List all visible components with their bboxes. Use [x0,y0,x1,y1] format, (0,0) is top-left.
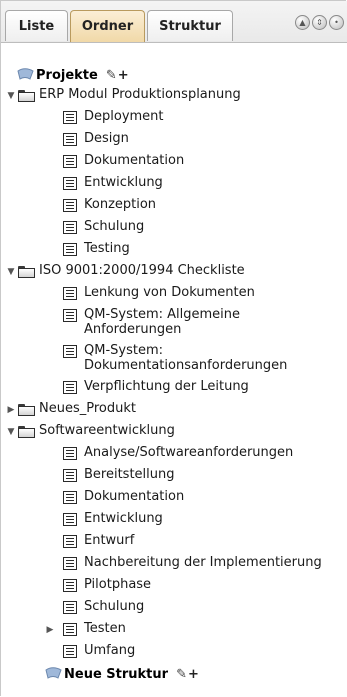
item-label: Umfang [84,643,136,658]
tab-liste[interactable]: Liste [5,10,68,41]
document-icon [63,155,77,168]
item-label: Lenkung von Dokumenten [84,285,255,300]
folder-icon [18,426,35,438]
item-label: Schulung [84,599,145,614]
expand-toggle-icon[interactable]: ▼ [6,267,16,277]
item-label: Entwurf [84,533,135,548]
document-icon [63,645,77,658]
item-label: Entwicklung [84,175,163,190]
folder-label: ERP Modul Produktionsplanung [39,87,241,102]
document-icon [63,491,77,504]
add-plus-icon[interactable]: + [188,667,199,682]
document-icon [63,177,77,190]
document-icon [63,309,77,322]
collapse-all-icon[interactable]: ⇕ [312,15,327,30]
add-plus-icon[interactable]: + [118,68,129,83]
item-label: Dokumentation [84,153,185,168]
item-label: Konzeption [84,197,157,212]
folder-icon [18,404,35,416]
expand-all-icon[interactable]: ▲ [295,15,310,30]
root-node-icon [45,667,62,679]
folder-label: ISO 9001:2000/1994 Checkliste [39,263,245,278]
item-label: Bereitstellung [84,467,175,482]
collapse-toggle-icon[interactable]: ▶ [6,405,16,415]
document-icon [63,535,77,548]
options-icon[interactable]: • [329,15,344,30]
document-icon [63,199,77,212]
collapse-toggle-icon[interactable]: ▶ [45,625,55,635]
document-icon [63,601,77,614]
document-icon [63,623,77,636]
item-label: Verpflichtung der Leitung [84,379,249,394]
item-label-line1: QM-System: Allgemeine [84,307,241,322]
tab-ordner[interactable]: Ordner [70,10,145,42]
edit-pencil-icon[interactable]: ✎ [176,667,187,682]
item-label-line2: Dokumentationsanforderungen [84,358,288,373]
edit-pencil-icon[interactable]: ✎ [106,68,117,83]
item-label: Entwicklung [84,511,163,526]
tree-root-label: Neue Struktur [64,666,169,682]
document-icon [63,243,77,256]
item-label: Schulung [84,219,145,234]
tree-root-projekte[interactable]: Projekte ✎ + [17,65,129,85]
item-label: Analyse/Softwareanforderungen [84,445,294,460]
document-icon [63,557,77,570]
tab-struktur[interactable]: Struktur [147,10,233,41]
item-label-line2: Anforderungen [84,322,182,337]
folder-label: Neues_Produkt [39,401,136,416]
folder-label: Softwareentwicklung [39,423,175,438]
document-icon [63,469,77,482]
document-icon [63,345,77,358]
document-icon [63,579,77,592]
expand-toggle-icon[interactable]: ▼ [6,427,16,437]
document-icon [63,513,77,526]
root-node-icon [17,68,34,80]
item-label: Deployment [84,109,164,124]
document-icon [63,133,77,146]
view-tab-bar: Liste Ordner Struktur ▲ ⇕ • [1,1,347,43]
item-label: Pilotphase [84,577,152,592]
document-icon [63,287,77,300]
expand-toggle-icon[interactable]: ▼ [6,91,16,101]
document-icon [63,111,77,124]
item-label: Dokumentation [84,489,185,504]
item-label: Testen [84,621,126,636]
item-label: Design [84,131,129,146]
folder-icon [18,90,35,102]
tree-root-label: Projekte [36,67,98,83]
tree-root-neue-struktur[interactable]: Neue Struktur ✎ + [45,664,199,684]
document-icon [63,221,77,234]
item-label: Nachbereitung der Implementierung [84,555,322,570]
item-label: Testing [84,241,130,256]
item-label-line1: QM-System: [84,343,163,358]
navigation-panel: Liste Ordner Struktur ▲ ⇕ • Projekte ✎ +… [0,0,347,696]
folder-icon [18,266,35,278]
document-icon [63,447,77,460]
document-icon [63,381,77,394]
